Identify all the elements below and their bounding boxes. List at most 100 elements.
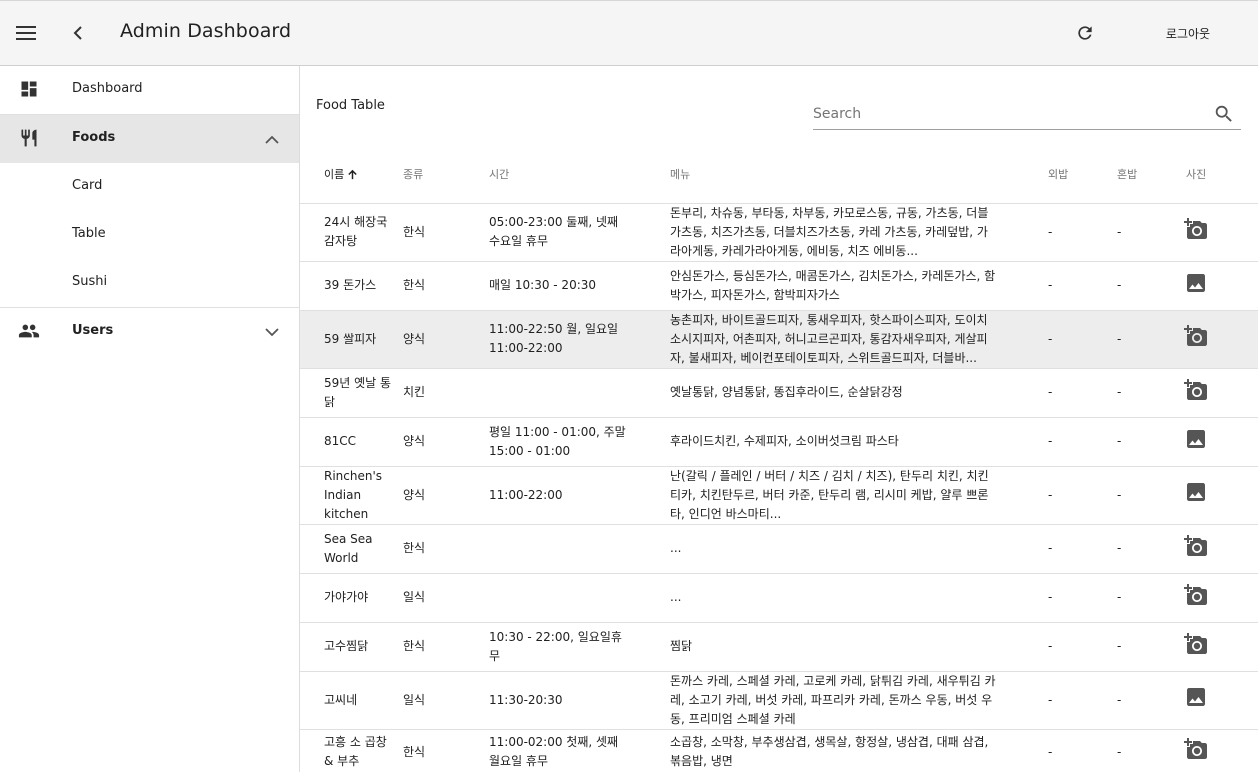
table-row[interactable]: Rinchen's Indian kitchen 양식 11:00-22:00 난(갈…: [300, 466, 1258, 525]
cell-time: 11:30-20:30: [489, 671, 670, 730]
cell-time: 11:00-02:00 첫째, 셋째 월요일 휴무: [489, 729, 670, 772]
sidebar-item-foods[interactable]: Foods: [0, 115, 299, 163]
cell-out: -: [1048, 203, 1117, 262]
people-icon: [18, 320, 40, 342]
cell-menu: 안심돈가스, 등심돈가스, 매콤돈가스, 김치돈가스, 카레돈가스, 함박가스,…: [670, 261, 1048, 311]
cell-photo: [1184, 622, 1258, 672]
cell-name: 가야가야: [300, 573, 403, 623]
search-field[interactable]: [813, 100, 1241, 130]
cell-name: Rinchen's Indian kitchen: [300, 466, 403, 525]
table-row[interactable]: 가야가야 일식... - -: [300, 573, 1258, 623]
table-row[interactable]: 24시 해장국 감자탕 한식 05:00-23:00 둘째, 넷째 수요일 휴무 돈부…: [300, 203, 1258, 262]
cell-mix: -: [1117, 729, 1186, 772]
add-photo-icon[interactable]: [1184, 534, 1208, 558]
cell-time: [489, 368, 670, 418]
cell-menu: ...: [670, 524, 1048, 574]
add-photo-icon[interactable]: [1184, 632, 1208, 656]
column-header-menu[interactable]: 메뉴: [670, 146, 1048, 204]
cell-name: 39 돈가스: [300, 261, 403, 311]
cell-time: 05:00-23:00 둘째, 넷째 수요일 휴무: [489, 203, 670, 262]
chevron-left-icon[interactable]: [62, 17, 94, 49]
cell-photo: [1184, 417, 1258, 467]
cell-out: -: [1048, 466, 1117, 525]
table-row[interactable]: 39 돈가스 한식 매일 10:30 - 20:30 안심돈가스, 등심돈가스, 매콤…: [300, 261, 1258, 311]
table-row[interactable]: Sea Sea World 한식... - -: [300, 524, 1258, 574]
cell-photo: [1184, 466, 1258, 525]
cell-menu: 돈까스 카레, 스페셜 카레, 고로케 카레, 닭튀김 카레, 새우튀김 카레,…: [670, 671, 1048, 730]
dashboard-icon: [18, 78, 40, 100]
sidebar: Dashboard Foods Card Table Sushi Users: [0, 66, 300, 772]
cell-menu: ...: [670, 573, 1048, 623]
cell-out: -: [1048, 368, 1117, 418]
cell-menu: 후라이드치킨, 수제피자, 소이버섯크림 파스타: [670, 417, 1048, 467]
table-header-row: 이름 종류 시간 메뉴 외밥 혼밥 사진: [300, 146, 1258, 204]
cell-type: 양식: [403, 466, 489, 525]
cell-photo: [1184, 729, 1258, 772]
table-row[interactable]: 81CC 양식 평일 11:00 - 01:00, 주말 15:00 - 01:00…: [300, 417, 1258, 467]
cell-name: 고씨네: [300, 671, 403, 730]
table-row[interactable]: 고씨네 일식 11:30-20:30 돈까스 카레, 스페셜 카레, 고로케 카레, …: [300, 671, 1258, 730]
sidebar-item-dashboard[interactable]: Dashboard: [0, 66, 299, 114]
image-icon[interactable]: [1184, 685, 1208, 709]
food-table: 이름 종류 시간 메뉴 외밥 혼밥 사진 24시 해장국 감자탕 한식 05:00-…: [300, 146, 1258, 772]
table-body: 24시 해장국 감자탕 한식 05:00-23:00 둘째, 넷째 수요일 휴무 돈부…: [300, 203, 1258, 772]
add-photo-icon[interactable]: [1184, 324, 1208, 348]
column-header-time[interactable]: 시간: [489, 146, 670, 204]
cell-time: 10:30 - 22:00, 일요일휴무: [489, 622, 670, 672]
chevron-up-icon[interactable]: [262, 129, 282, 149]
cell-type: 치킨: [403, 368, 489, 418]
image-icon[interactable]: [1184, 480, 1208, 504]
column-header-type[interactable]: 종류: [403, 146, 489, 204]
cell-type: 한식: [403, 729, 489, 772]
column-header-out[interactable]: 외밥: [1048, 146, 1117, 204]
cell-time: 11:00-22:00: [489, 466, 670, 525]
logout-button[interactable]: 로그아웃: [1148, 21, 1228, 47]
table-row[interactable]: 59 쌀피자 양식 11:00-22:50 월, 일요일 11:00-22:00 농촌…: [300, 310, 1258, 369]
cell-name: 고흥 소 곱창 & 부추: [300, 729, 403, 772]
sidebar-item-users[interactable]: Users: [0, 308, 299, 356]
sidebar-item-label: Foods: [72, 130, 116, 145]
search-icon[interactable]: [1213, 103, 1235, 125]
refresh-icon[interactable]: [1069, 17, 1101, 49]
image-icon[interactable]: [1184, 427, 1208, 451]
cell-time: [489, 573, 670, 623]
add-photo-icon[interactable]: [1184, 583, 1208, 607]
cell-photo: [1184, 261, 1258, 311]
add-photo-icon[interactable]: [1184, 217, 1208, 241]
add-photo-icon[interactable]: [1184, 737, 1208, 761]
table-row[interactable]: 고흥 소 곱창 & 부추 한식 11:00-02:00 첫째, 셋째 월요일 휴무 소…: [300, 729, 1258, 772]
cell-type: 한식: [403, 622, 489, 672]
cell-photo: [1184, 573, 1258, 623]
sidebar-item-card[interactable]: Card: [0, 163, 299, 211]
chevron-down-icon[interactable]: [262, 322, 282, 342]
cell-menu: 난(갈릭 / 플레인 / 버터 / 치즈 / 김치 / 치즈), 탄두리 치킨,…: [670, 466, 1048, 525]
app-bar: Admin Dashboard 로그아웃: [0, 0, 1258, 66]
column-header-mix[interactable]: 혼밥: [1117, 146, 1186, 204]
column-label: 이름: [324, 168, 345, 182]
sidebar-item-table[interactable]: Table: [0, 211, 299, 259]
cell-type: 일식: [403, 573, 489, 623]
cell-menu: 찜닭: [670, 622, 1048, 672]
sidebar-item-label: Card: [72, 178, 103, 193]
cell-type: 양식: [403, 417, 489, 467]
search-input[interactable]: [813, 103, 1203, 125]
cell-mix: -: [1117, 310, 1186, 369]
cell-mix: -: [1117, 466, 1186, 525]
cell-time: 평일 11:00 - 01:00, 주말 15:00 - 01:00: [489, 417, 670, 467]
cell-out: -: [1048, 261, 1117, 311]
cell-photo: [1184, 203, 1258, 262]
image-icon[interactable]: [1184, 271, 1208, 295]
column-header-name[interactable]: 이름: [300, 146, 403, 204]
sidebar-item-sushi[interactable]: Sushi: [0, 259, 299, 307]
menu-icon[interactable]: [10, 17, 42, 49]
cell-out: -: [1048, 729, 1117, 772]
cell-mix: -: [1117, 368, 1186, 418]
table-row[interactable]: 고수찜닭 한식 10:30 - 22:00, 일요일휴무 찜닭 - -: [300, 622, 1258, 672]
page-title: Admin Dashboard: [120, 20, 292, 42]
table-row[interactable]: 59년 옛날 통닭 치킨 옛날통닭, 양념통닭, 똥집후라이드, 순살닭강정 - -: [300, 368, 1258, 418]
cell-type: 한식: [403, 524, 489, 574]
cell-type: 일식: [403, 671, 489, 730]
cell-photo: [1184, 524, 1258, 574]
column-header-photo[interactable]: 사진: [1186, 146, 1258, 204]
add-photo-icon[interactable]: [1184, 378, 1208, 402]
